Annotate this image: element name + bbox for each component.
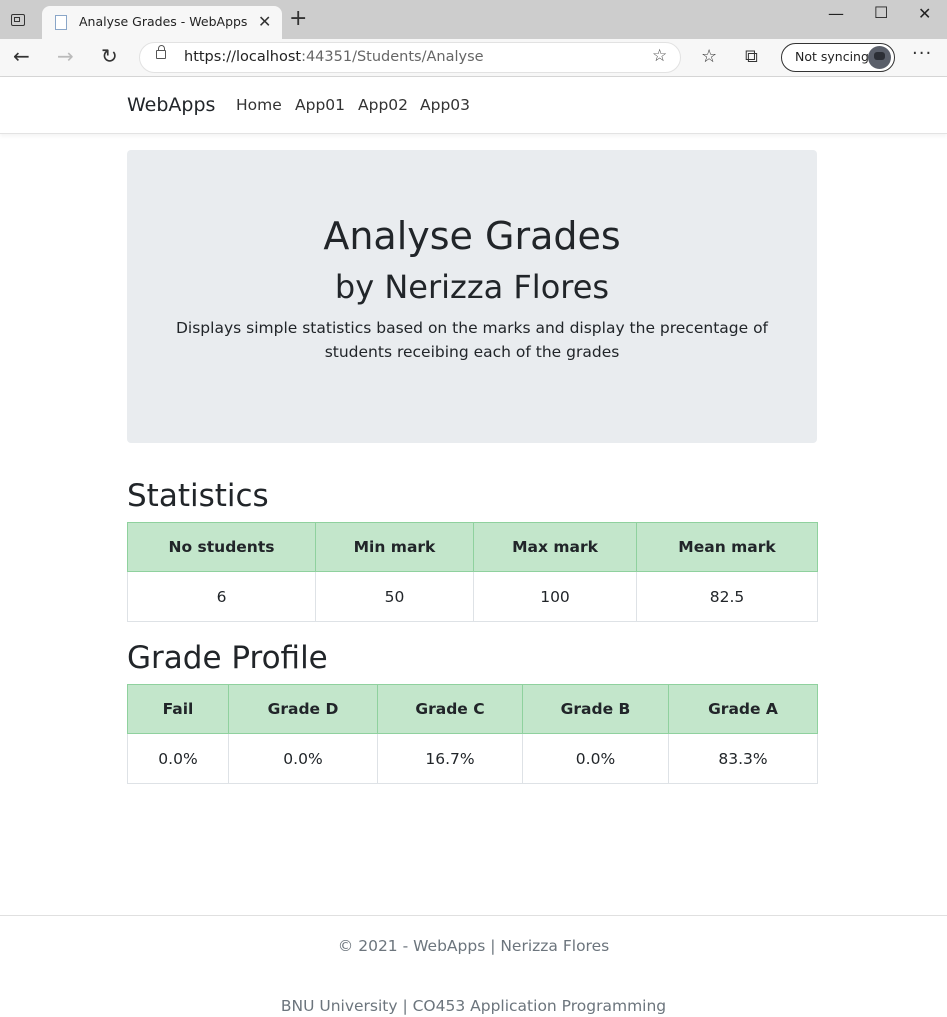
table-cell: 82.5 bbox=[636, 571, 818, 622]
back-icon[interactable]: ← bbox=[13, 44, 30, 68]
site-navbar: WebApps Home App01 App02 App03 bbox=[0, 77, 947, 134]
close-window-icon[interactable]: ✕ bbox=[918, 4, 931, 23]
table-row: 6 50 100 82.5 bbox=[127, 571, 818, 622]
footer-copyright: © 2021 - WebApps | Nerizza Flores bbox=[337, 937, 610, 955]
table-row: 0.0% 0.0% 16.7% 0.0% 83.3% bbox=[127, 733, 818, 784]
statistics-heading: Statistics bbox=[127, 478, 269, 514]
profile-sync-button[interactable]: Not syncing bbox=[781, 43, 895, 72]
table-header-row: No students Min mark Max mark Mean mark bbox=[127, 522, 818, 572]
add-favorite-icon[interactable]: ☆ bbox=[652, 46, 667, 66]
grade-profile-heading: Grade Profile bbox=[127, 640, 328, 676]
minimize-icon[interactable]: — bbox=[828, 4, 844, 23]
page-description: Displays simple statistics based on the … bbox=[175, 319, 769, 361]
table-cell: 100 bbox=[473, 571, 637, 622]
footer-divider bbox=[0, 915, 947, 916]
column-header: Grade D bbox=[228, 684, 378, 734]
nav-link-app03[interactable]: App03 bbox=[420, 96, 470, 114]
table-cell: 0.0% bbox=[228, 733, 378, 784]
table-cell: 16.7% bbox=[377, 733, 523, 784]
url-text[interactable]: https://localhost:44351/Students/Analyse bbox=[184, 49, 484, 65]
table-header-row: Fail Grade D Grade C Grade B Grade A bbox=[127, 684, 818, 734]
table-cell: 83.3% bbox=[668, 733, 818, 784]
column-header: No students bbox=[127, 522, 316, 572]
sync-status-label: Not syncing bbox=[795, 49, 869, 64]
favorites-icon[interactable]: ☆ bbox=[701, 46, 717, 67]
page-title: Analyse Grades bbox=[323, 214, 621, 258]
page-favicon-icon bbox=[55, 15, 67, 30]
collections-icon[interactable]: ⧉ bbox=[745, 46, 758, 67]
browser-tab[interactable]: Analyse Grades - WebApps ✕ bbox=[42, 6, 282, 39]
column-header: Max mark bbox=[473, 522, 637, 572]
maximize-icon[interactable]: ☐ bbox=[874, 3, 888, 22]
table-cell: 0.0% bbox=[127, 733, 229, 784]
tab-actions-icon[interactable] bbox=[11, 14, 25, 26]
statistics-table: No students Min mark Max mark Mean mark … bbox=[127, 522, 818, 622]
column-header: Mean mark bbox=[636, 522, 818, 572]
close-tab-icon[interactable]: ✕ bbox=[258, 12, 271, 31]
brand-link[interactable]: WebApps bbox=[127, 94, 215, 116]
nav-link-home[interactable]: Home bbox=[236, 96, 282, 114]
table-cell: 50 bbox=[315, 571, 474, 622]
column-header: Grade C bbox=[377, 684, 523, 734]
nav-link-app02[interactable]: App02 bbox=[358, 96, 408, 114]
new-tab-icon[interactable]: + bbox=[289, 8, 307, 30]
table-cell: 6 bbox=[127, 571, 316, 622]
address-bar[interactable]: https://localhost:44351/Students/Analyse… bbox=[139, 42, 681, 73]
nav-link-app01[interactable]: App01 bbox=[295, 96, 345, 114]
refresh-icon[interactable]: ↻ bbox=[101, 44, 118, 68]
jumbotron: Analyse Grades by Nerizza Flores Display… bbox=[127, 150, 817, 443]
browser-titlebar: Analyse Grades - WebApps ✕ + — ☐ ✕ bbox=[0, 0, 947, 39]
column-header: Grade B bbox=[522, 684, 669, 734]
page-subtitle: by Nerizza Flores bbox=[334, 268, 610, 306]
column-header: Grade A bbox=[668, 684, 818, 734]
profile-avatar bbox=[868, 46, 891, 69]
tab-title: Analyse Grades - WebApps bbox=[79, 14, 248, 29]
grade-profile-table: Fail Grade D Grade C Grade B Grade A 0.0… bbox=[127, 684, 818, 784]
more-options-icon[interactable]: ··· bbox=[912, 43, 932, 64]
footer-course-info: BNU University | CO453 Application Progr… bbox=[280, 997, 667, 1015]
lock-icon[interactable] bbox=[156, 45, 166, 59]
browser-toolbar: ← → ↻ https://localhost:44351/Students/A… bbox=[0, 39, 947, 77]
table-cell: 0.0% bbox=[522, 733, 669, 784]
column-header: Min mark bbox=[315, 522, 474, 572]
forward-icon[interactable]: → bbox=[57, 44, 74, 68]
column-header: Fail bbox=[127, 684, 229, 734]
